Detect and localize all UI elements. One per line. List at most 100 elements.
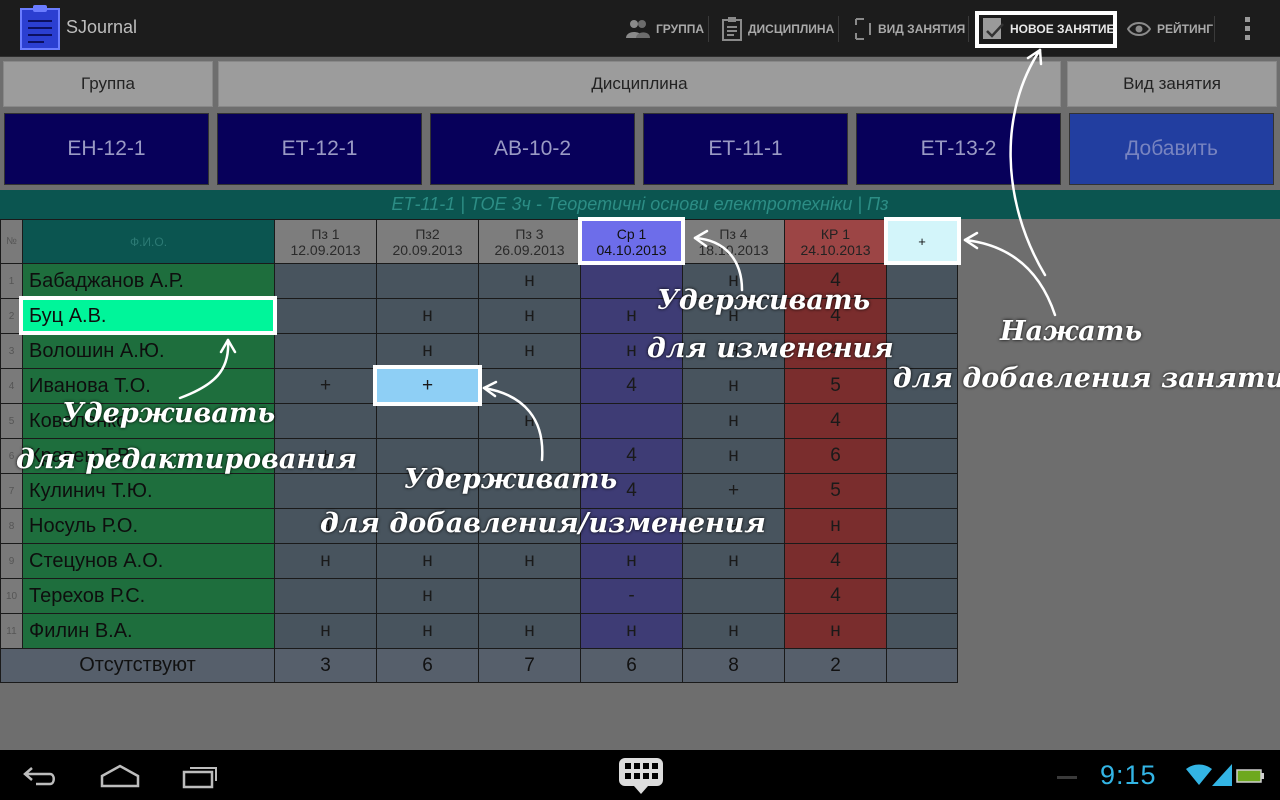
grade-cell[interactable]: н <box>478 333 581 369</box>
absent-total: 3 <box>274 648 377 683</box>
grade-cell[interactable]: н <box>478 543 581 579</box>
grade-cell[interactable] <box>478 578 581 614</box>
group-button[interactable]: ЕТ-13-2 <box>856 113 1061 185</box>
empty-cell <box>886 543 958 579</box>
grade-cell[interactable]: н <box>376 298 479 334</box>
lesson-header[interactable]: Пз 1 12.09.2013 <box>274 219 377 264</box>
grade-cell[interactable]: н <box>376 578 479 614</box>
group-button[interactable]: ЕТ-12-1 <box>217 113 422 185</box>
all-apps-icon[interactable] <box>618 756 664 796</box>
action-group[interactable]: ГРУППА <box>626 13 704 45</box>
grade-cell[interactable]: 5 <box>784 473 887 509</box>
grade-cell[interactable] <box>682 578 785 614</box>
grade-cell[interactable] <box>274 578 377 614</box>
action-discipline[interactable]: ДИСЦИПЛИНА <box>722 13 834 45</box>
group-button[interactable]: ЕТ-11-1 <box>643 113 848 185</box>
student-name[interactable]: Бабаджанов А.Р. <box>22 263 275 299</box>
student-name[interactable]: Носуль Р.О. <box>22 508 275 544</box>
student-name[interactable]: Терехов Р.С. <box>22 578 275 614</box>
grade-cell[interactable]: + <box>682 473 785 509</box>
grade-cell[interactable] <box>376 403 479 439</box>
add-group-button[interactable]: Добавить <box>1069 113 1274 185</box>
grade-cell[interactable]: 4 <box>784 403 887 439</box>
grade-cell[interactable]: н <box>478 298 581 334</box>
grade-cell[interactable] <box>274 298 377 334</box>
recent-apps-icon[interactable] <box>182 763 220 789</box>
grade-cell[interactable]: 6 <box>784 438 887 474</box>
selection-info: ЕТ-11-1 | ТОЕ 3ч - Теоретичні основи еле… <box>0 190 1280 219</box>
grade-cell[interactable]: 4 <box>580 368 683 404</box>
grade-cell[interactable]: н <box>580 543 683 579</box>
student-name[interactable]: Волошин А.Ю. <box>22 333 275 369</box>
lesson-type-header-button[interactable]: Вид занятия <box>1067 61 1277 107</box>
row-number: 10 <box>0 578 23 614</box>
lesson-header-highlight <box>578 217 685 265</box>
grade-cell[interactable] <box>376 263 479 299</box>
grade-cell[interactable]: 4 <box>784 578 887 614</box>
student-name[interactable]: Кулинич Т.Ю. <box>22 473 275 509</box>
grade-cell[interactable]: + <box>274 368 377 404</box>
lesson-header[interactable]: Пз 4 18.10.2013 <box>682 219 785 264</box>
grade-cell[interactable]: н <box>682 368 785 404</box>
grade-cell[interactable] <box>274 263 377 299</box>
grade-cell[interactable]: н <box>478 613 581 649</box>
lesson-type-icon <box>855 18 871 40</box>
grade-cell[interactable]: н <box>682 403 785 439</box>
action-rating[interactable]: РЕЙТИНГ <box>1127 13 1213 45</box>
grade-cell[interactable] <box>274 403 377 439</box>
row-number: 3 <box>0 333 23 369</box>
row-number: 9 <box>0 543 23 579</box>
action-group-label: ГРУППА <box>656 22 705 36</box>
back-icon[interactable] <box>22 765 58 787</box>
empty-cell <box>886 508 958 544</box>
lesson-date: 12.09.2013 <box>290 241 361 258</box>
grade-cell[interactable] <box>274 473 377 509</box>
annotation-hold-change-1: Удерживать <box>657 285 871 316</box>
grade-cell[interactable]: н <box>478 263 581 299</box>
grade-cell[interactable]: н <box>376 333 479 369</box>
home-icon[interactable] <box>100 764 140 788</box>
grade-cell[interactable]: н <box>478 403 581 439</box>
grade-cell[interactable] <box>580 403 683 439</box>
lesson-header[interactable]: КР 1 24.10.2013 <box>784 219 887 264</box>
new-lesson-highlight <box>975 11 1117 48</box>
grade-cell[interactable]: н <box>682 438 785 474</box>
grade-cell[interactable]: н <box>274 613 377 649</box>
lesson-header[interactable]: Пз 3 26.09.2013 <box>478 219 581 264</box>
lesson-title: Пз2 <box>415 225 440 242</box>
grade-cell[interactable]: н <box>376 543 479 579</box>
grade-cell[interactable] <box>274 333 377 369</box>
add-lesson-highlight <box>884 217 961 265</box>
discipline-header-button[interactable]: Дисциплина <box>218 61 1061 107</box>
grade-cell[interactable]: н <box>784 508 887 544</box>
lesson-title: Пз 4 <box>719 225 748 242</box>
group-header-button[interactable]: Группа <box>3 61 213 107</box>
absent-total: 6 <box>580 648 683 683</box>
journal-app-icon[interactable] <box>20 5 60 51</box>
absent-total: 2 <box>784 648 887 683</box>
lesson-title: КР 1 <box>820 225 851 242</box>
grade-cell[interactable]: н <box>784 613 887 649</box>
annotation-tap-add-2: для добавления занятия <box>893 363 1280 394</box>
row-number: 11 <box>0 613 23 649</box>
grade-cell[interactable]: н <box>682 613 785 649</box>
grade-cell[interactable]: - <box>580 578 683 614</box>
action-bar: SJournal ГРУППА ДИСЦИПЛИНА ВИД ЗАНЯТИЯ Н… <box>0 0 1280 57</box>
grade-cell[interactable] <box>478 368 581 404</box>
action-lesson-type[interactable]: ВИД ЗАНЯТИЯ <box>854 13 965 45</box>
app-title: SJournal <box>66 17 138 37</box>
group-button[interactable]: ЕН-12-1 <box>4 113 209 185</box>
lesson-header[interactable]: Пз2 20.09.2013 <box>376 219 479 264</box>
grade-cell[interactable]: 5 <box>784 368 887 404</box>
grade-cell[interactable]: 4 <box>784 543 887 579</box>
overflow-menu-icon[interactable] <box>1242 17 1252 43</box>
group-button[interactable]: АВ-10-2 <box>430 113 635 185</box>
grade-cell[interactable]: н <box>274 543 377 579</box>
student-name[interactable]: Стецунов А.О. <box>22 543 275 579</box>
grade-cell[interactable]: н <box>376 613 479 649</box>
cell-signal-icon <box>1212 764 1232 786</box>
student-name[interactable]: Филин В.А. <box>22 613 275 649</box>
grade-cell[interactable]: н <box>682 543 785 579</box>
student-name-highlight <box>19 296 277 335</box>
grade-cell[interactable]: н <box>580 613 683 649</box>
